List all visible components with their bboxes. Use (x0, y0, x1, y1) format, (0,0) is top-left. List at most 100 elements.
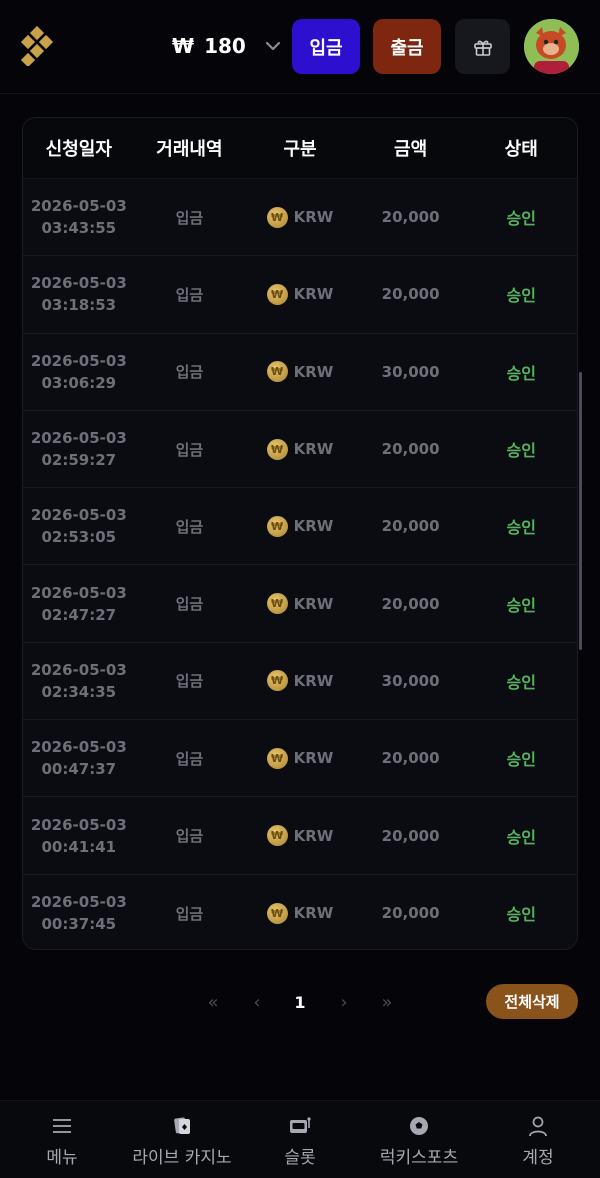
last-page-button[interactable]: » (374, 985, 400, 1019)
avatar-image (524, 19, 579, 74)
scrollbar[interactable] (579, 372, 582, 650)
currency-code: KRW (293, 904, 334, 923)
won-coin-icon: ₩ (266, 825, 288, 847)
prev-page-button[interactable]: ‹ (246, 985, 268, 1019)
amount: 20,000 (381, 594, 440, 613)
chevron-down-icon[interactable] (262, 35, 284, 57)
nav-label: 계정 (522, 1148, 554, 1168)
time-text: 03:06:29 (41, 373, 117, 392)
won-coin-icon: ₩ (266, 902, 288, 924)
currency-cell: ₩ KRW (244, 747, 356, 769)
nav-label: 럭키스포츠 (379, 1148, 459, 1168)
request-date: 2026-05-03 02:59:27 (23, 427, 135, 471)
request-date: 2026-05-03 03:06:29 (23, 350, 135, 394)
amount: 20,000 (381, 440, 440, 459)
table-row: 2026-05-03 02:47:27 입금 ₩ KRW 20,000 승인 (23, 565, 577, 643)
date-text: 2026-05-03 (30, 429, 127, 448)
cards-icon (171, 1115, 193, 1137)
currency-cell: ₩ KRW (244, 283, 356, 305)
currency-code: KRW (293, 208, 334, 227)
column-header-status: 상태 (504, 139, 538, 160)
table-row: 2026-05-03 02:34:35 입금 ₩ KRW 30,000 승인 (23, 643, 577, 721)
status-badge: 승인 (506, 363, 536, 383)
delete-all-button[interactable]: 전체삭제 (486, 984, 578, 1019)
currency-code: KRW (293, 749, 334, 768)
transaction-type: 입금 (175, 440, 204, 459)
status-badge: 승인 (506, 595, 536, 615)
column-header-amount: 금액 (394, 139, 428, 160)
date-text: 2026-05-03 (30, 351, 127, 370)
status-badge: 승인 (506, 672, 536, 692)
status-badge: 승인 (506, 827, 536, 847)
time-text: 00:41:41 (41, 837, 117, 856)
site-logo-icon[interactable] (18, 26, 58, 66)
deposit-button[interactable]: 입금 (292, 19, 360, 74)
request-date: 2026-05-03 00:37:45 (23, 891, 135, 935)
status-badge: 승인 (506, 518, 536, 538)
currency-code: KRW (293, 826, 334, 845)
amount: 30,000 (381, 671, 440, 690)
table-row: 2026-05-03 03:43:55 입금 ₩ KRW 20,000 승인 (23, 179, 577, 257)
withdraw-button[interactable]: 출금 (373, 19, 441, 74)
column-header-type: 거래내역 (156, 139, 223, 160)
table-row: 2026-05-03 00:41:41 입금 ₩ KRW 20,000 승인 (23, 797, 577, 875)
request-date: 2026-05-03 02:47:27 (23, 582, 135, 626)
currency-cell: ₩ KRW (244, 361, 356, 383)
date-text: 2026-05-03 (30, 197, 127, 216)
nav-item-lucky-sports[interactable]: 럭키스포츠 (368, 1115, 470, 1173)
currency-code: KRW (293, 517, 334, 536)
won-coin-icon: ₩ (266, 670, 288, 692)
table-row: 2026-05-03 02:59:27 입금 ₩ KRW 20,000 승인 (23, 411, 577, 489)
user-icon (527, 1115, 549, 1137)
date-text: 2026-05-03 (30, 815, 127, 834)
gift-button[interactable] (455, 19, 510, 74)
nav-label: 메뉴 (46, 1148, 78, 1168)
status-badge: 승인 (506, 441, 536, 461)
amount: 20,000 (381, 904, 440, 923)
avatar[interactable] (524, 19, 579, 74)
wallet-balance[interactable]: ₩ 180 (172, 30, 284, 62)
nav-item-slots[interactable]: 슬롯 (272, 1115, 328, 1173)
column-header-category: 구분 (283, 139, 317, 160)
won-coin-icon: ₩ (266, 593, 288, 615)
request-date: 2026-05-03 00:47:37 (23, 736, 135, 780)
time-text: 03:18:53 (41, 296, 117, 315)
nav-label: 슬롯 (284, 1148, 316, 1168)
amount: 20,000 (381, 208, 440, 227)
date-text: 2026-05-03 (30, 506, 127, 525)
currency-code: KRW (293, 440, 334, 459)
table-row: 2026-05-03 00:47:37 입금 ₩ KRW 20,000 승인 (23, 720, 577, 798)
time-text: 02:59:27 (41, 451, 117, 470)
balance-amount: 180 (204, 34, 246, 58)
amount: 20,000 (381, 826, 440, 845)
table-row: 2026-05-03 02:53:05 입금 ₩ KRW 20,000 승인 (23, 488, 577, 566)
currency-cell: ₩ KRW (244, 206, 356, 228)
table-row: 2026-05-03 00:37:45 입금 ₩ KRW 20,000 승인 (23, 875, 577, 949)
request-date: 2026-05-03 02:34:35 (23, 659, 135, 703)
won-coin-icon: ₩ (266, 515, 288, 537)
first-page-button[interactable]: « (200, 985, 226, 1019)
current-page[interactable]: 1 (289, 985, 311, 1019)
won-coin-icon: ₩ (266, 438, 288, 460)
transaction-type: 입금 (175, 827, 204, 846)
transaction-type: 입금 (175, 904, 204, 923)
next-page-button[interactable]: › (333, 985, 355, 1019)
currency-cell: ₩ KRW (244, 670, 356, 692)
request-date: 2026-05-03 03:18:53 (23, 272, 135, 316)
nav-item-menu[interactable]: 메뉴 (36, 1115, 88, 1173)
transaction-type: 입금 (175, 517, 204, 536)
nav-item-account[interactable]: 계정 (512, 1115, 564, 1173)
nav-item-live-casino[interactable]: 라이브 카지노 (120, 1115, 244, 1173)
table-row: 2026-05-03 03:06:29 입금 ₩ KRW 30,000 승인 (23, 334, 577, 411)
gift-icon (473, 40, 492, 56)
nav-label: 라이브 카지노 (132, 1148, 232, 1168)
currency-code: KRW (293, 671, 334, 690)
won-coin-icon: ₩ (266, 206, 288, 228)
amount: 30,000 (381, 362, 440, 381)
bottom-nav: 메뉴 라이브 카지노 슬롯 럭키스포츠 계정 (0, 1100, 600, 1178)
date-text: 2026-05-03 (30, 274, 127, 293)
currency-cell: ₩ KRW (244, 515, 356, 537)
currency-cell: ₩ KRW (244, 593, 356, 615)
request-date: 2026-05-03 00:41:41 (23, 814, 135, 858)
transaction-type: 입금 (175, 672, 204, 691)
